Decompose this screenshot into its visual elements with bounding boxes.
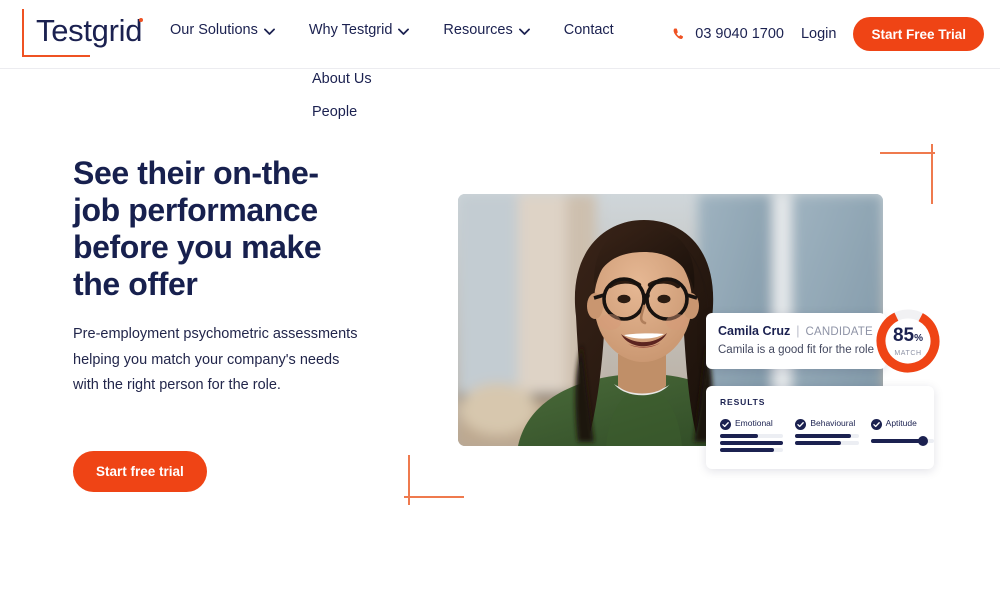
header-actions: 03 9040 1700 Login Start Free Trial: [672, 17, 984, 51]
decor-line-horizontal: [880, 152, 935, 154]
nav-item-our-solutions[interactable]: Our Solutions: [170, 22, 275, 38]
check-circle-icon: [720, 417, 731, 430]
chevron-down-icon: [518, 28, 530, 35]
results-column-aptitude: Aptitude: [870, 417, 934, 455]
logo-accent-dot: [139, 18, 143, 22]
check-circle-icon: [795, 417, 807, 430]
results-bar-track: [720, 441, 784, 445]
candidate-role-badge: CANDIDATE: [805, 326, 873, 338]
results-bars: [795, 434, 859, 445]
aptitude-slider-fill: [870, 439, 923, 443]
aptitude-slider-knob: [917, 435, 928, 446]
results-column-header: Behavioural: [795, 417, 858, 430]
nav-item-contact[interactable]: Contact: [564, 22, 614, 38]
results-column-label: Aptitude: [885, 417, 917, 428]
logo-crosshair-horizontal: [22, 55, 90, 57]
chevron-down-icon: [398, 28, 410, 35]
logo[interactable]: Testgrid: [22, 9, 167, 61]
match-score-ring: 85% MATCH: [874, 307, 942, 375]
check-circle-icon: [870, 417, 882, 430]
primary-nav: Our Solutions Why Testgrid Resources Con…: [170, 22, 614, 38]
chevron-down-icon: [263, 28, 275, 35]
results-bar-track: [795, 441, 859, 445]
match-value: 85%: [892, 324, 924, 346]
decor-line-vertical: [931, 144, 933, 204]
start-free-trial-button-hero[interactable]: Start free trial: [73, 451, 207, 492]
logo-crosshair-vertical: [22, 9, 24, 57]
candidate-description: Camila is a good fit for the role: [718, 344, 874, 356]
results-column-emotional: Emotional: [720, 417, 784, 455]
results-columns: Emotional Behavioural Aptitude: [720, 417, 934, 455]
results-column-label: Behavioural: [810, 417, 856, 428]
results-bar-fill: [720, 448, 774, 452]
why-testgrid-dropdown: About Us People: [290, 62, 465, 132]
nav-label: Contact: [563, 22, 614, 38]
results-bar-track: [795, 434, 859, 438]
phone-link[interactable]: 03 9040 1700: [672, 26, 784, 42]
landing-page: Testgrid Our Solutions Why Testgrid Reso…: [0, 0, 1000, 600]
results-bar-fill: [795, 434, 852, 438]
decor-crosshair-top-right: [880, 144, 940, 212]
decor-crosshair-bottom-left: [404, 455, 468, 510]
results-card: RESULTS Emotional Behavioural Aptitude: [706, 386, 934, 469]
results-column-label: Emotional: [735, 417, 773, 428]
results-column-behavioural: Behavioural: [795, 417, 859, 455]
match-ring-label-group: 85% MATCH: [874, 307, 942, 375]
nav-label: Our Solutions: [170, 22, 258, 38]
candidate-card: Camila Cruz | CANDIDATE Camila is a good…: [706, 313, 886, 369]
results-column-header: Emotional: [720, 417, 783, 430]
hero-subtitle: Pre-employment psychometric assessments …: [73, 326, 358, 393]
nav-label: Why Testgrid: [308, 22, 393, 38]
candidate-separator: |: [796, 324, 800, 338]
results-bars: [720, 434, 784, 452]
phone-icon: [672, 27, 687, 42]
login-link[interactable]: Login: [801, 26, 836, 42]
candidate-name: Camila Cruz: [718, 324, 791, 338]
start-free-trial-button-header[interactable]: Start Free Trial: [853, 17, 984, 51]
nav-label: Resources: [443, 22, 513, 38]
results-bar-track: [720, 448, 784, 452]
results-bar-track: [720, 434, 784, 438]
results-bar-fill: [795, 441, 841, 445]
candidate-name-row: Camila Cruz | CANDIDATE: [718, 324, 886, 338]
results-column-header: Aptitude: [870, 417, 934, 430]
decor-line-horizontal: [404, 496, 464, 498]
dropdown-item-about-us[interactable]: About Us: [312, 71, 372, 87]
dropdown-item-people[interactable]: People: [312, 104, 357, 120]
aptitude-slider[interactable]: [870, 435, 934, 446]
results-title: RESULTS: [720, 397, 766, 407]
phone-number: 03 9040 1700: [695, 26, 784, 42]
results-bar-fill: [720, 434, 758, 438]
page-title: See their on-the-job performance before …: [73, 155, 322, 302]
nav-item-why-testgrid[interactable]: Why Testgrid: [309, 22, 410, 38]
site-header: Testgrid Our Solutions Why Testgrid Reso…: [0, 0, 1000, 69]
match-caption: MATCH: [894, 349, 922, 357]
results-bar-fill: [720, 441, 784, 445]
nav-item-resources[interactable]: Resources: [443, 22, 530, 38]
logo-text: Testgrid: [36, 13, 143, 48]
